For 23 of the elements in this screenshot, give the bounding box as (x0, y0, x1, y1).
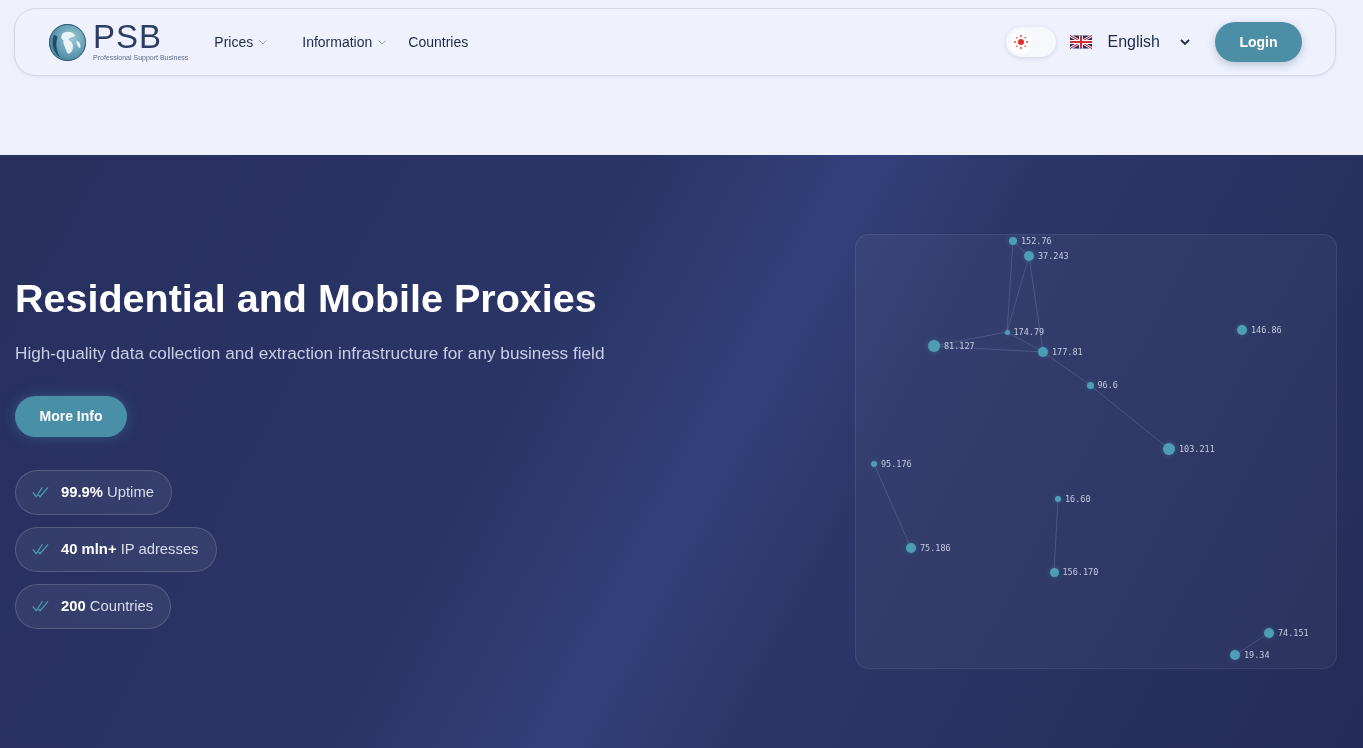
theme-toggle[interactable] (1005, 27, 1056, 57)
nav-link[interactable]: Information (302, 34, 387, 50)
sun-icon (1008, 30, 1033, 54)
hero-title: Residential and Mobile Proxies (15, 274, 597, 321)
chevron-down-icon (378, 39, 387, 45)
double-check-icon (32, 600, 49, 612)
hero-subtitle: High-quality data collection and extraction infrastructure for any business field (15, 341, 605, 364)
feature-text: 40 mln+ IP adresses (61, 541, 199, 557)
double-check-icon (32, 543, 49, 555)
globe-logo-icon (48, 22, 87, 62)
logo-wordmark: PSB (93, 22, 163, 51)
chevron-down-icon (259, 39, 268, 45)
ip-node-label: 74.151 (1278, 628, 1309, 638)
login-button[interactable]: Login (1215, 22, 1302, 62)
nav-link[interactable]: Countries (408, 34, 469, 50)
feature-text: 200 Countries (61, 598, 154, 614)
nav-link[interactable]: Prices (214, 34, 268, 50)
more-info-button[interactable]: More Info (15, 395, 127, 437)
feature-text: 99.9% Uptime (61, 484, 154, 500)
flag-icon (1069, 35, 1092, 49)
double-check-icon (32, 486, 49, 498)
chevron-down-icon (1180, 39, 1190, 45)
language-select[interactable]: English (1069, 33, 1190, 51)
